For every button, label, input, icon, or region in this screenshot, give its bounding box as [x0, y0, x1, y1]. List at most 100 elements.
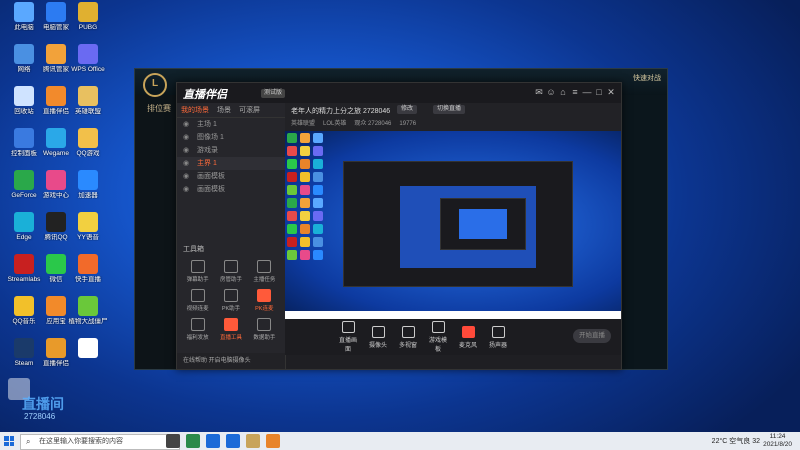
desktop-icon[interactable]: [66, 338, 110, 360]
eye-icon[interactable]: ◉: [183, 144, 189, 157]
scene-item[interactable]: ◉ 画面模板: [177, 183, 285, 196]
desktop-icon-glyph: [78, 44, 98, 64]
scene-item[interactable]: ◉ 画面模板: [177, 170, 285, 183]
scene-item[interactable]: ◉ 主界 1: [177, 157, 285, 170]
tool-label: 数据助手: [253, 335, 276, 341]
start-button[interactable]: [4, 436, 14, 446]
scene-tab[interactable]: 场景: [217, 105, 231, 115]
taskbar-app-icon[interactable]: [226, 434, 240, 448]
control-button[interactable]: 摄像头: [367, 325, 389, 349]
preview-desktop-icon: [313, 159, 323, 169]
stream-id-overlay: 2728046: [24, 412, 56, 421]
game-logo-icon[interactable]: L: [143, 73, 167, 97]
tool-label: PK连麦: [255, 306, 274, 312]
desktop-icon[interactable]: QQ游戏: [66, 128, 110, 157]
control-button[interactable]: 扬声器: [487, 325, 509, 349]
room-title[interactable]: 老年人的精力上分之旅 2728046: [291, 106, 390, 116]
toolbox-item[interactable]: 视频连麦: [181, 289, 214, 312]
preview-desktop-icon: [300, 133, 310, 143]
tool-label: PK助手: [221, 306, 241, 312]
game-launcher-right-text[interactable]: 快速对战: [633, 73, 661, 83]
desktop-icon[interactable]: PUBG: [66, 2, 110, 31]
room-stat: 英雄联盟: [291, 121, 316, 127]
eye-icon[interactable]: ◉: [183, 118, 189, 131]
title-button-icon[interactable]: ✕: [605, 87, 617, 98]
preview-desktop-icon: [313, 250, 323, 260]
preview-desktop-icon: [300, 146, 310, 156]
desktop-icon[interactable]: 植物大战僵尸: [66, 296, 110, 325]
system-tray[interactable]: 22°C 空气良 32: [712, 436, 760, 446]
scene-tab[interactable]: 我的场景: [181, 105, 209, 115]
taskbar-app-icon[interactable]: [206, 434, 220, 448]
desktop-icon-label: YY语音: [77, 234, 99, 241]
desktop-icon-glyph: [78, 296, 98, 316]
toolbox-item[interactable]: 弹幕助手: [181, 260, 214, 283]
search-icon: ⌕: [26, 437, 31, 446]
tool-icon: [190, 289, 205, 302]
eye-icon[interactable]: ◉: [183, 183, 189, 196]
toolbox-item[interactable]: 数据助手: [248, 318, 281, 341]
taskbar-clock[interactable]: 11:24 2021/8/20: [763, 433, 792, 449]
control-button[interactable]: 直播画面: [337, 321, 359, 353]
taskbar-app-icon[interactable]: [186, 434, 200, 448]
desktop-icon-glyph: [46, 338, 66, 358]
tool-icon: [257, 260, 272, 273]
title-button-icon[interactable]: ✉: [533, 87, 545, 98]
toolbox-item[interactable]: 福利发放: [181, 318, 214, 341]
scene-label: 画面模板: [197, 186, 225, 193]
desktop-icon[interactable]: 加速器: [66, 170, 110, 199]
scene-item[interactable]: ◉ 游戏录: [177, 144, 285, 157]
preview-desktop-icon: [313, 146, 323, 156]
title-button-icon[interactable]: —: [581, 87, 593, 97]
title-button-icon[interactable]: □: [593, 87, 605, 97]
scene-label: 图像场 1: [197, 134, 224, 141]
toolbox-item[interactable]: 主播任务: [248, 260, 281, 283]
control-button[interactable]: 游戏模板: [427, 321, 449, 353]
preview-desktop-icon: [300, 172, 310, 182]
desktop-icon[interactable]: WPS Office: [66, 44, 110, 73]
scene-item[interactable]: ◉ 主场 1: [177, 118, 285, 131]
desktop-icon-label: 加速器: [78, 192, 98, 199]
title-button-icon[interactable]: ⌂: [557, 87, 569, 97]
control-button[interactable]: 麦克风: [457, 325, 479, 349]
control-button[interactable]: 多视窗: [397, 325, 419, 349]
desktop-icon[interactable]: 快手直播: [66, 254, 110, 283]
taskbar-app-icon[interactable]: [246, 434, 260, 448]
go-live-button[interactable]: 开始直播: [573, 329, 611, 343]
taskbar-app-icon[interactable]: [166, 434, 180, 448]
desktop-icon-label: 快手直播: [75, 276, 101, 283]
title-button-icon[interactable]: ≡: [569, 87, 581, 97]
preview-desktop-icon: [287, 133, 297, 143]
preview-desktop-icon: [313, 133, 323, 143]
scene-item[interactable]: ◉ 图像场 1: [177, 131, 285, 144]
control-label: 多视窗: [398, 342, 417, 349]
stream-preview[interactable]: [285, 131, 621, 319]
control-label: 游戏模板: [428, 338, 447, 353]
desktop-icon[interactable]: YY语音: [66, 212, 110, 241]
windows-taskbar: ⌕ 在这里输入你要搜索的内容 22°C 空气良 32 11:24 2021/8/…: [0, 432, 800, 450]
eye-icon[interactable]: ◉: [183, 157, 189, 170]
desktop-icon[interactable]: 英雄联盟: [66, 86, 110, 115]
title-button-icon[interactable]: ☺: [545, 87, 557, 97]
preview-desktop-icon: [313, 224, 323, 234]
preview-desktop-icon: [287, 159, 297, 169]
desktop-icon-area: 此电脑 电脑管家 PUBG 网络 腾讯管家 WPS Office 回收站 直播伴侣 英雄联盟 控制…: [0, 0, 130, 430]
taskbar-app-icon[interactable]: [266, 434, 280, 448]
toolbox-item[interactable]: PK连麦: [248, 289, 281, 312]
edit-room-button[interactable]: 修改: [397, 105, 418, 114]
toolbox-item[interactable]: 直播工具: [214, 318, 247, 341]
scene-tab[interactable]: 可滚屏: [239, 105, 260, 115]
desktop-icon-glyph: [78, 212, 98, 232]
preview-nested-desktop-2: [459, 209, 507, 239]
toolbox-item[interactable]: 房管助手: [214, 260, 247, 283]
bottom-tip[interactable]: 在线帮助 开启电脑摄像头: [177, 353, 285, 369]
eye-icon[interactable]: ◉: [183, 170, 189, 183]
taskbar-search[interactable]: ⌕ 在这里输入你要搜索的内容: [20, 434, 180, 450]
preview-desktop-icon: [287, 198, 297, 208]
eye-icon[interactable]: ◉: [183, 131, 189, 144]
toolbox-item[interactable]: PK助手: [214, 289, 247, 312]
game-nav-label[interactable]: 排位赛: [147, 103, 171, 114]
tool-label: 福利发放: [186, 335, 209, 341]
desktop-icon-label: WPS Office: [71, 66, 105, 73]
switch-stream-button[interactable]: 切换直播: [433, 105, 466, 114]
